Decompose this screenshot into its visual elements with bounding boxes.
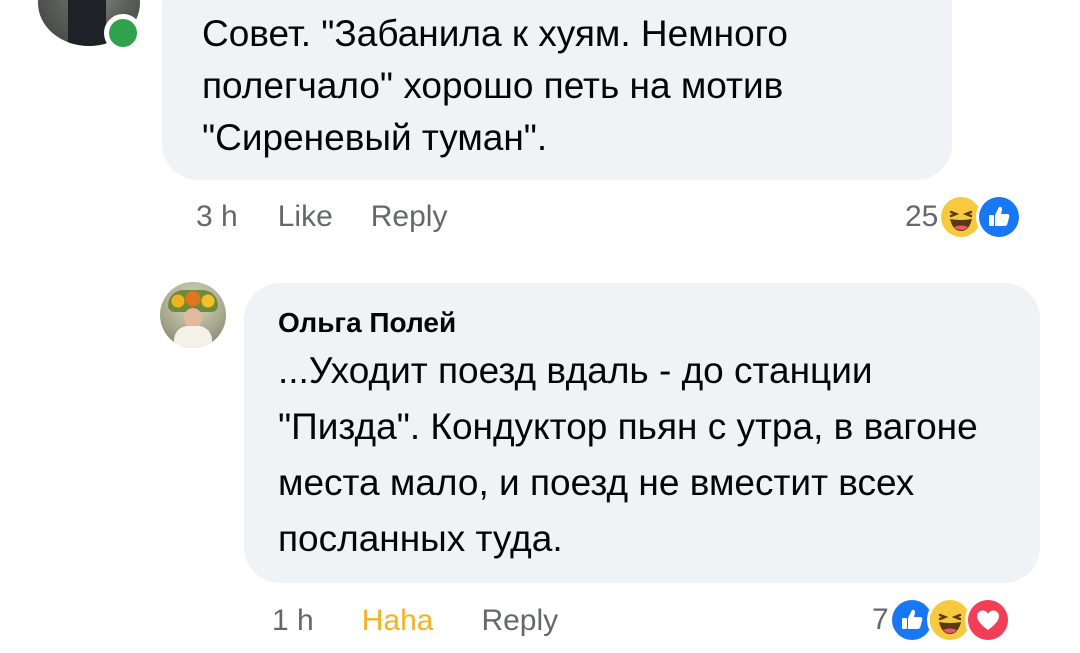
comment-bubble: Совет. "Забанила к хуям. Немного полегча… xyxy=(162,0,952,180)
reaction-count: 7 xyxy=(872,603,889,636)
comment-bubble: Ольга Полей ...Уходит поезд вдаль - до с… xyxy=(244,283,1040,583)
comment-timestamp[interactable]: 1 h xyxy=(272,604,314,638)
haha-reaction-button[interactable]: Haha xyxy=(362,604,434,638)
like-icon xyxy=(976,194,1023,240)
like-button[interactable]: Like xyxy=(278,200,333,234)
reply-button[interactable]: Reply xyxy=(371,200,448,234)
reaction-count: 25 xyxy=(905,200,939,233)
reaction-summary[interactable]: 7 xyxy=(872,597,1011,643)
comment-text: ...Уходит поезд вдаль - до станции "Пизд… xyxy=(278,350,978,559)
comment-text: Совет. "Забанила к хуям. Немного полегча… xyxy=(202,13,788,158)
reply-button[interactable]: Reply xyxy=(481,604,558,638)
comment-actions: 1 h Haha Reply xyxy=(272,601,558,641)
reaction-summary[interactable]: 25 xyxy=(905,194,1023,240)
avatar[interactable] xyxy=(160,282,226,348)
comment-author-name[interactable]: Ольга Полей xyxy=(278,307,456,339)
comment-timestamp[interactable]: 3 h xyxy=(196,200,238,234)
comment-actions: 3 h Like Reply xyxy=(196,197,447,237)
online-status-icon xyxy=(104,14,142,52)
love-icon xyxy=(964,597,1011,643)
